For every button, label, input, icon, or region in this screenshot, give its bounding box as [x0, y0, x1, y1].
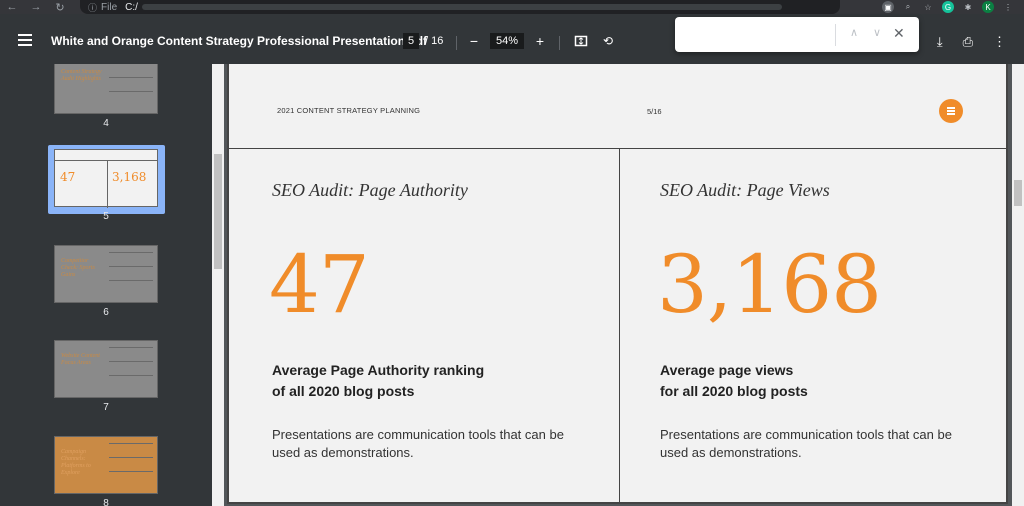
- thumbnail-number: 5: [103, 211, 109, 222]
- thumb-label: Campaign Channels: Platforms to Explore: [61, 449, 91, 476]
- divider: [559, 36, 560, 50]
- left-stat-number: 47: [269, 238, 370, 331]
- pdf-page: 2021 CONTENT STRATEGY PLANNING 5/16 SEO …: [227, 64, 1008, 504]
- slide-menu-icon: [939, 99, 963, 123]
- more-vert-icon[interactable]: ⋮: [1002, 1, 1014, 13]
- browser-top-bar: ← → ↻ ⓘ File C:/ ▣ ⌕ ☆ G ✱ K ⋮: [0, 0, 1024, 14]
- file-label: File: [101, 1, 118, 13]
- left-body-text: Presentations are communication tools th…: [272, 426, 592, 462]
- thumbnail-page-5[interactable]: 47 3,168: [54, 149, 158, 208]
- left-caption-line1: Average Page Authority ranking: [272, 362, 485, 378]
- more-vert-icon[interactable]: ⋮: [993, 34, 1006, 50]
- thumbnail-number: 7: [103, 402, 109, 413]
- grammarly-icon[interactable]: G: [942, 1, 954, 13]
- zoom-icon[interactable]: ⌕: [902, 1, 914, 13]
- thumbnail-page-4[interactable]: Content Strategy Audit Highlights: [54, 64, 158, 114]
- left-stat-caption: Average Page Authority ranking of all 20…: [272, 360, 592, 402]
- thumbnail-page-6[interactable]: Competitor Check: Sports Gains: [54, 245, 158, 303]
- right-caption-line2: for all 2020 blog posts: [660, 383, 808, 399]
- right-caption-line1: Average page views: [660, 362, 794, 378]
- extension-tray: ▣ ⌕ ☆ G ✱ K ⋮: [882, 0, 1024, 14]
- thumb-stat-right: 3,168: [112, 170, 147, 184]
- find-bar: ∧ ∨ ✕: [675, 17, 919, 52]
- page-header-title: 2021 CONTENT STRATEGY PLANNING: [277, 106, 421, 115]
- thumbnail-page-7[interactable]: Website Content Focus Areas: [54, 340, 158, 398]
- download-icon[interactable]: ⤓: [937, 34, 943, 50]
- right-body-line1: Presentations are communication tools th…: [660, 427, 952, 442]
- left-body-line2: used as demonstrations.: [272, 445, 414, 460]
- sidebar-scroll-thumb[interactable]: [214, 154, 222, 269]
- right-stat-caption: Average page views for all 2020 blog pos…: [660, 360, 980, 402]
- find-input[interactable]: [683, 25, 833, 45]
- thumbnail-number: 6: [103, 307, 109, 318]
- page-header-number: 5/16: [647, 107, 662, 116]
- viewport-scrollbar[interactable]: [1012, 64, 1024, 506]
- pdf-viewport: 2021 CONTENT STRATEGY PLANNING 5/16 SEO …: [224, 64, 1012, 506]
- sidebar-scrollbar[interactable]: [212, 64, 224, 506]
- left-body-line1: Presentations are communication tools th…: [272, 427, 564, 442]
- page-number-input[interactable]: 5: [403, 33, 419, 49]
- thumbnail-page-8[interactable]: Campaign Channels: Platforms to Explore: [54, 436, 158, 494]
- forward-arrow-icon[interactable]: →: [24, 0, 48, 14]
- star-icon[interactable]: ☆: [922, 1, 934, 13]
- zoom-out-button[interactable]: −: [466, 33, 482, 49]
- zoom-in-button[interactable]: +: [532, 33, 548, 49]
- zoom-controls: − 54% +: [466, 33, 548, 49]
- puzzle-icon[interactable]: ✱: [962, 1, 974, 13]
- info-icon[interactable]: ⓘ: [88, 1, 97, 14]
- thumb-label: Competitor Check: Sports Gains: [61, 258, 95, 278]
- thumbnail-sidebar: Content Strategy Audit Highlights 4 47 3,16…: [0, 64, 212, 506]
- thumbnail-number: 8: [103, 498, 109, 506]
- print-icon[interactable]: ⎙: [963, 34, 973, 50]
- close-icon[interactable]: ✕: [893, 25, 905, 42]
- reload-icon[interactable]: ↻: [48, 0, 72, 14]
- find-previous-button[interactable]: ∧: [847, 26, 861, 42]
- back-arrow-icon[interactable]: ←: [0, 0, 24, 14]
- page-selector: 5 / 16: [403, 33, 443, 49]
- thumb-label: Content Strategy Audit Highlights: [61, 69, 102, 82]
- thumbnail-number: 4: [103, 118, 109, 129]
- right-toolbar: ⤓ ⎙ ⋮: [937, 34, 1006, 50]
- url-redacted: [141, 4, 782, 10]
- right-body-text: Presentations are communication tools th…: [660, 426, 980, 462]
- document-title: White and Orange Content Strategy Profes…: [51, 34, 428, 48]
- menu-icon[interactable]: [18, 34, 32, 49]
- fit-page-icon[interactable]: [574, 34, 588, 48]
- thumb-stat-left: 47: [60, 170, 76, 184]
- find-next-button[interactable]: ∨: [870, 26, 884, 42]
- page-icon[interactable]: ▣: [882, 1, 894, 13]
- right-body-line2: used as demonstrations.: [660, 445, 802, 460]
- right-column: SEO Audit: Page Views 3,168 Average page…: [617, 148, 1007, 504]
- thumb-label: Website Content Focus Areas: [61, 353, 100, 366]
- zoom-level-input[interactable]: 54%: [490, 33, 524, 49]
- right-stat-number: 3,168: [657, 238, 882, 331]
- left-heading: SEO Audit: Page Authority: [272, 180, 468, 200]
- right-heading: SEO Audit: Page Views: [660, 180, 830, 200]
- viewport-scroll-thumb[interactable]: [1014, 180, 1022, 206]
- left-caption-line2: of all 2020 blog posts: [272, 383, 415, 399]
- left-column: SEO Audit: Page Authority 47 Average Pag…: [229, 148, 619, 504]
- avatar[interactable]: K: [982, 1, 994, 13]
- divider: [456, 36, 457, 50]
- rotate-icon[interactable]: ⟲: [601, 34, 615, 48]
- page-total: / 16: [425, 35, 444, 47]
- url-text: C:/: [125, 1, 138, 13]
- address-bar[interactable]: ⓘ File C:/: [80, 0, 840, 14]
- find-divider: [835, 24, 836, 46]
